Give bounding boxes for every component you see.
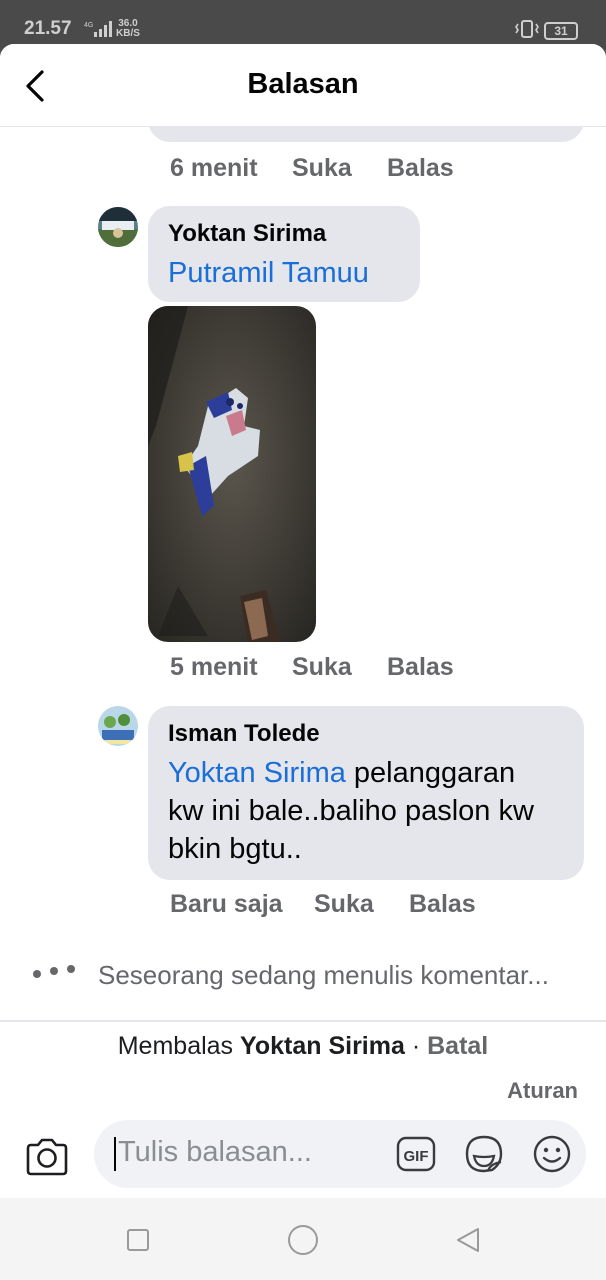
vibrate-icon	[515, 20, 539, 38]
svg-text:4G: 4G	[84, 22, 93, 29]
replying-to-bar: Membalas Yoktan Sirima · Batal	[0, 1032, 606, 1061]
comment-time: 6 menit	[170, 154, 258, 182]
text-cursor	[114, 1137, 116, 1171]
replying-name: Yoktan Sirima	[240, 1032, 405, 1060]
comment-photo[interactable]	[148, 306, 316, 642]
camera-icon[interactable]	[24, 1136, 70, 1178]
reply-button[interactable]: Balas	[387, 653, 454, 682]
comment-bubble[interactable]: Isman Tolede Yoktan Sirima pelanggaran k…	[148, 706, 584, 880]
divider	[0, 1020, 606, 1022]
typing-indicator: Seseorang sedang menulis komentar...	[98, 960, 549, 990]
settings-link[interactable]: Aturan	[507, 1078, 578, 1104]
recent-apps-icon[interactable]	[126, 1228, 150, 1252]
avatar[interactable]	[98, 207, 138, 247]
sticker-icon[interactable]	[464, 1134, 504, 1174]
gif-icon[interactable]: GIF	[396, 1136, 436, 1172]
mention-link[interactable]: Yoktan Sirima	[168, 757, 346, 789]
comment-text: Yoktan Sirima pelanggaran kw ini bale..b…	[168, 757, 534, 865]
like-button[interactable]: Suka	[314, 890, 374, 919]
comment-author[interactable]: Yoktan Sirima	[168, 220, 326, 248]
home-icon[interactable]	[287, 1224, 319, 1256]
reply-input-placeholder: Tulis balasan...	[118, 1136, 312, 1168]
mention-link[interactable]: Putramil Tamuu	[168, 257, 369, 289]
reply-button[interactable]: Balas	[387, 154, 454, 183]
like-button[interactable]: Suka	[292, 653, 352, 682]
system-nav-bar	[0, 1198, 606, 1280]
svg-text:GIF: GIF	[404, 1148, 429, 1165]
reply-input[interactable]: Tulis balasan... GIF	[94, 1120, 586, 1188]
signal-icon: 4G	[84, 21, 112, 37]
separator: ·	[411, 1032, 421, 1060]
header: Balasan	[0, 44, 606, 127]
comment-text: Putramil Tamuu	[168, 254, 369, 292]
like-button[interactable]: Suka	[292, 154, 352, 183]
status-bar: 21.57 4G 36.0 KB/S 31	[0, 0, 606, 50]
comment-time: Baru saja	[170, 890, 283, 918]
network-speed: 36.0 KB/S	[116, 18, 140, 39]
comment-author[interactable]: Isman Tolede	[168, 720, 320, 748]
comment-time: 5 menit	[170, 653, 258, 681]
avatar[interactable]	[98, 706, 138, 746]
typing-dots-icon	[33, 965, 75, 978]
replying-prefix: Membalas	[117, 1032, 234, 1060]
page-title: Balasan	[247, 68, 359, 100]
cancel-reply-button[interactable]: Batal	[427, 1032, 488, 1060]
battery-indicator: 31	[544, 22, 578, 40]
back-nav-icon[interactable]	[454, 1226, 482, 1254]
reply-button[interactable]: Balas	[409, 890, 476, 919]
status-time: 21.57	[24, 18, 72, 39]
emoji-icon[interactable]	[532, 1134, 572, 1174]
replies-sheet: Balasan 6 menit Suka Balas Yoktan Sirima…	[0, 44, 606, 1280]
comment-bubble[interactable]: Yoktan Sirima Putramil Tamuu	[148, 206, 420, 302]
